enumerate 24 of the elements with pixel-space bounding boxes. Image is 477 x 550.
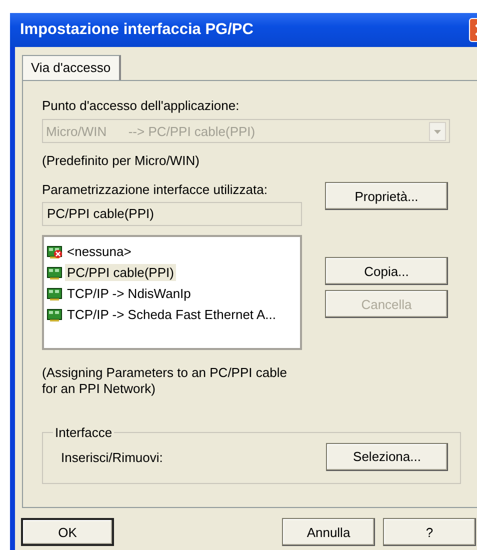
dialog-button[interactable]: Copia... — [325, 257, 448, 285]
network-card-icon — [47, 286, 63, 300]
dialog-button[interactable]: OK — [21, 518, 114, 546]
note-text: (Predefinito per Micro/WIN) — [42, 153, 200, 169]
list-item[interactable]: PC/PPI cable(PPI) — [65, 264, 176, 281]
select-button[interactable]: Seleziona... — [326, 442, 448, 470]
network-card-icon — [47, 308, 63, 322]
list-item[interactable]: <nessuna> — [65, 243, 134, 260]
interface-field[interactable]: PC/PPI cable(PPI) — [42, 202, 302, 226]
dialog-button[interactable]: ? — [383, 518, 476, 546]
group-title: Interfacce — [54, 425, 114, 440]
tab[interactable]: Via d'accesso — [22, 55, 121, 80]
field-label: Inserisci/Rimuovi: — [61, 450, 163, 465]
window-title: Impostazione interfaccia PG/PC — [20, 21, 254, 39]
interface-list[interactable]: <nessuna> PC/PPI cable(PPI) TCP/IP -> NdisWanIp TCP/IP -> Scheda Fast Ethernet A... — [42, 235, 302, 350]
dialog-button[interactable]: Proprietà... — [325, 182, 448, 210]
field-label: Parametrizzazione interfacce utilizzata: — [42, 182, 268, 198]
description-text: (Assigning Parameters to an PC/PPI cable for an PPI Network) — [42, 365, 288, 397]
network-card-disabled-icon — [47, 244, 63, 258]
list-item[interactable]: TCP/IP -> Scheda Fast Ethernet A... — [65, 306, 278, 323]
dialog-button[interactable]: Annulla — [282, 518, 375, 546]
field-label: Punto d'accesso dell'applicazione: — [42, 98, 240, 114]
list-item[interactable]: TCP/IP -> NdisWanIp — [65, 285, 193, 302]
network-card-icon — [47, 266, 63, 280]
